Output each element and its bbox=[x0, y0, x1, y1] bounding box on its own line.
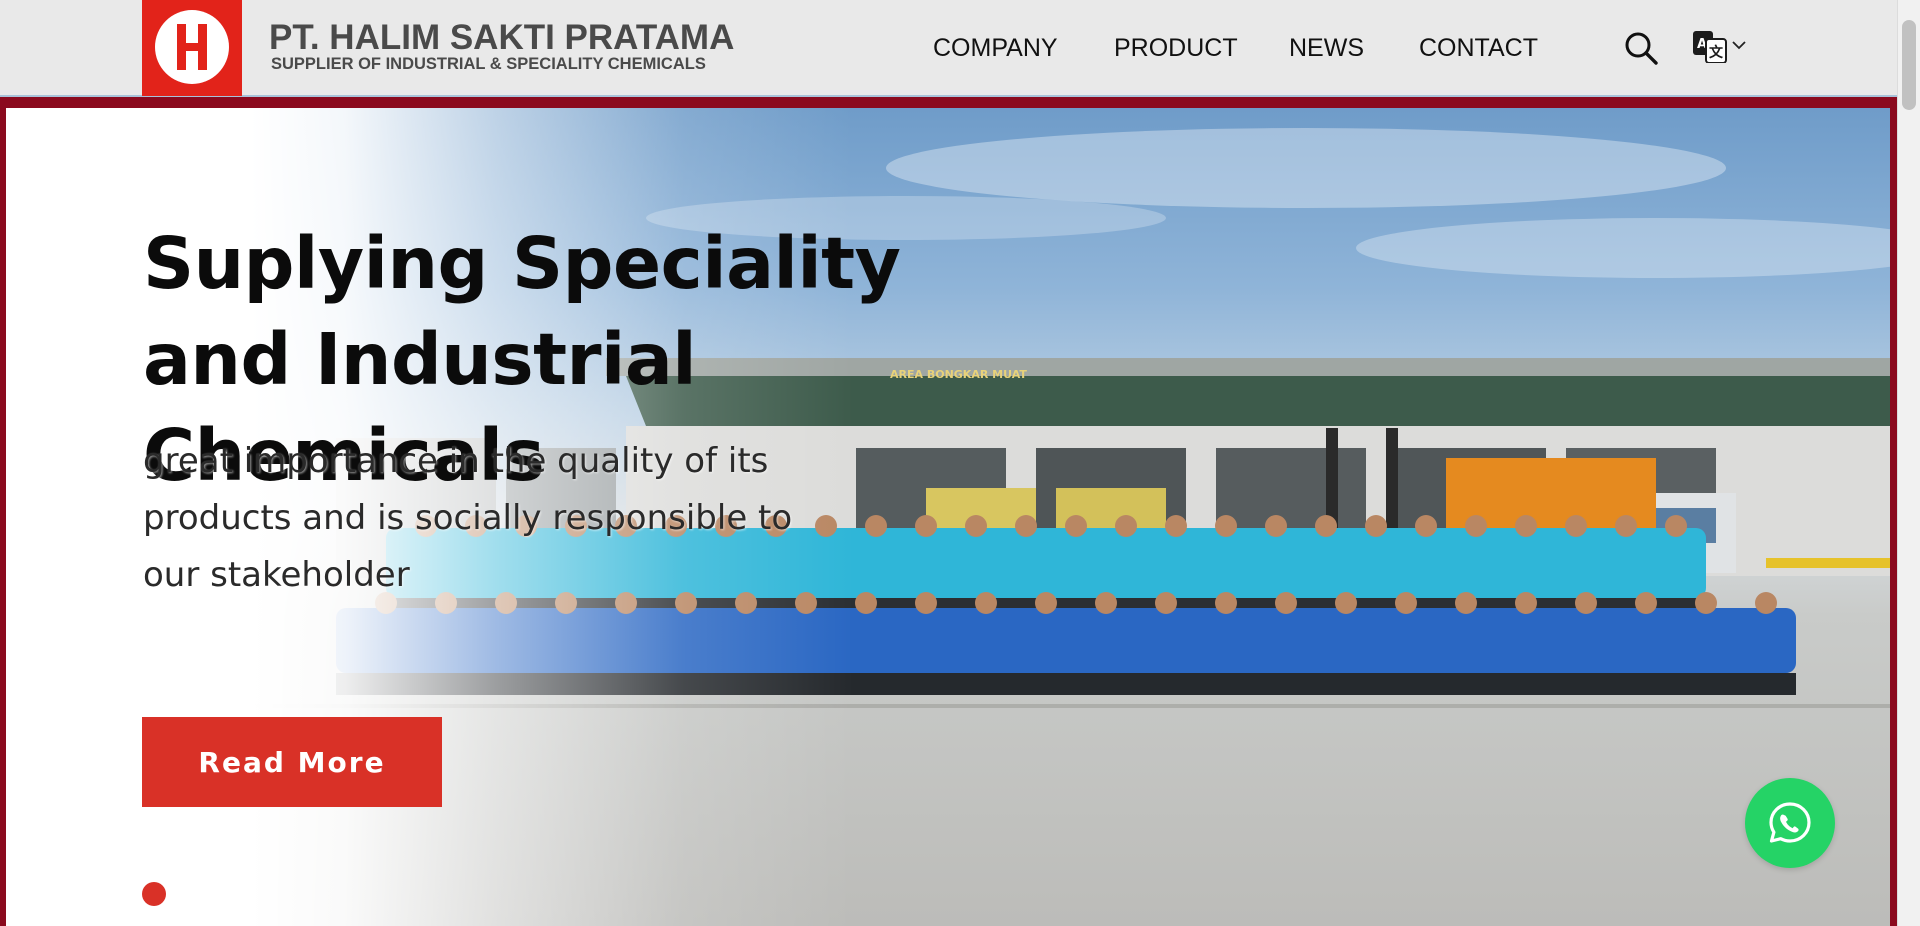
site-header: PT. HALIM SAKTI PRATAMA SUPPLIER OF INDU… bbox=[0, 0, 1897, 97]
whatsapp-button[interactable] bbox=[1745, 778, 1835, 868]
svg-text:文: 文 bbox=[1709, 44, 1724, 61]
company-tagline: SUPPLIER OF INDUSTRIAL & SPECIALITY CHEM… bbox=[271, 55, 706, 73]
nav-item-company[interactable]: COMPANY bbox=[933, 33, 1058, 63]
hero-banner: AREA BONGKAR MUAT Suplying Speciality an… bbox=[0, 97, 1897, 926]
nav-item-contact[interactable]: CONTACT bbox=[1419, 33, 1538, 63]
hero-slide: AREA BONGKAR MUAT Suplying Speciality an… bbox=[6, 108, 1890, 926]
slider-dot-active[interactable] bbox=[142, 882, 166, 906]
chevron-down-icon[interactable] bbox=[1731, 39, 1747, 51]
search-icon[interactable] bbox=[1624, 31, 1658, 65]
logo-emblem bbox=[155, 10, 229, 84]
whatsapp-icon bbox=[1769, 802, 1811, 843]
hero-subtitle: great importance in the quality of its p… bbox=[143, 441, 793, 595]
nav-item-news[interactable]: NEWS bbox=[1289, 33, 1364, 63]
company-name[interactable]: PT. HALIM SAKTI PRATAMA bbox=[269, 20, 734, 55]
nav-item-product[interactable]: PRODUCT bbox=[1114, 33, 1238, 63]
translate-icon[interactable]: A 文 bbox=[1693, 31, 1727, 63]
scrollbar-thumb[interactable] bbox=[1902, 20, 1916, 110]
company-logo[interactable] bbox=[142, 0, 242, 96]
page-scrollbar[interactable] bbox=[1897, 0, 1920, 926]
read-more-button[interactable]: Read More bbox=[142, 717, 442, 807]
